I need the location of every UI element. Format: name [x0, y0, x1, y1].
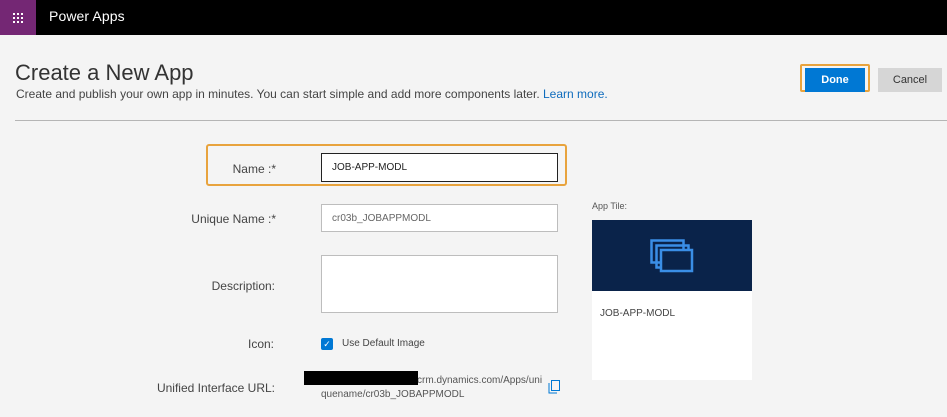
use-default-image-label: Use Default Image: [342, 338, 425, 349]
app-launcher-button[interactable]: [0, 0, 36, 35]
redacted-region: [304, 371, 418, 385]
app-tile-image: [592, 220, 752, 291]
done-button[interactable]: Done: [805, 68, 865, 92]
app-tile-name: JOB-APP-MODL: [600, 308, 676, 319]
app-tile-icon: [650, 238, 694, 272]
header-divider: [15, 120, 947, 121]
app-tile-label: App Tile:: [592, 201, 628, 211]
icon-label: Icon:: [247, 337, 274, 351]
checkmark-icon: ✓: [323, 338, 331, 349]
app-name[interactable]: Power Apps: [49, 8, 125, 24]
url-label: Unified Interface URL:: [156, 381, 275, 395]
copy-icon[interactable]: [548, 380, 560, 394]
learn-more-link[interactable]: Learn more.: [543, 87, 608, 101]
unique-name-input[interactable]: cr03b_JOBAPPMODL: [321, 204, 558, 232]
page-title: Create a New App: [15, 60, 194, 85]
name-label: Name :*: [232, 162, 276, 176]
app-tile[interactable]: JOB-APP-MODL: [592, 220, 752, 380]
page-subtitle: Create and publish your own app in minut…: [16, 87, 608, 101]
subtitle-text: Create and publish your own app in minut…: [16, 87, 540, 101]
description-input[interactable]: [321, 255, 558, 313]
cancel-button[interactable]: Cancel: [878, 68, 942, 92]
use-default-image-checkbox[interactable]: ✓: [321, 338, 333, 350]
url-line-2: quename/cr03b_JOBAPPMODL: [321, 389, 465, 400]
name-input[interactable]: JOB-APP-MODL: [321, 153, 558, 182]
unique-name-label: Unique Name :*: [191, 212, 276, 226]
top-bar: Power Apps: [0, 0, 947, 35]
description-label: Description:: [211, 279, 275, 293]
app-launcher-icon: [13, 12, 23, 23]
